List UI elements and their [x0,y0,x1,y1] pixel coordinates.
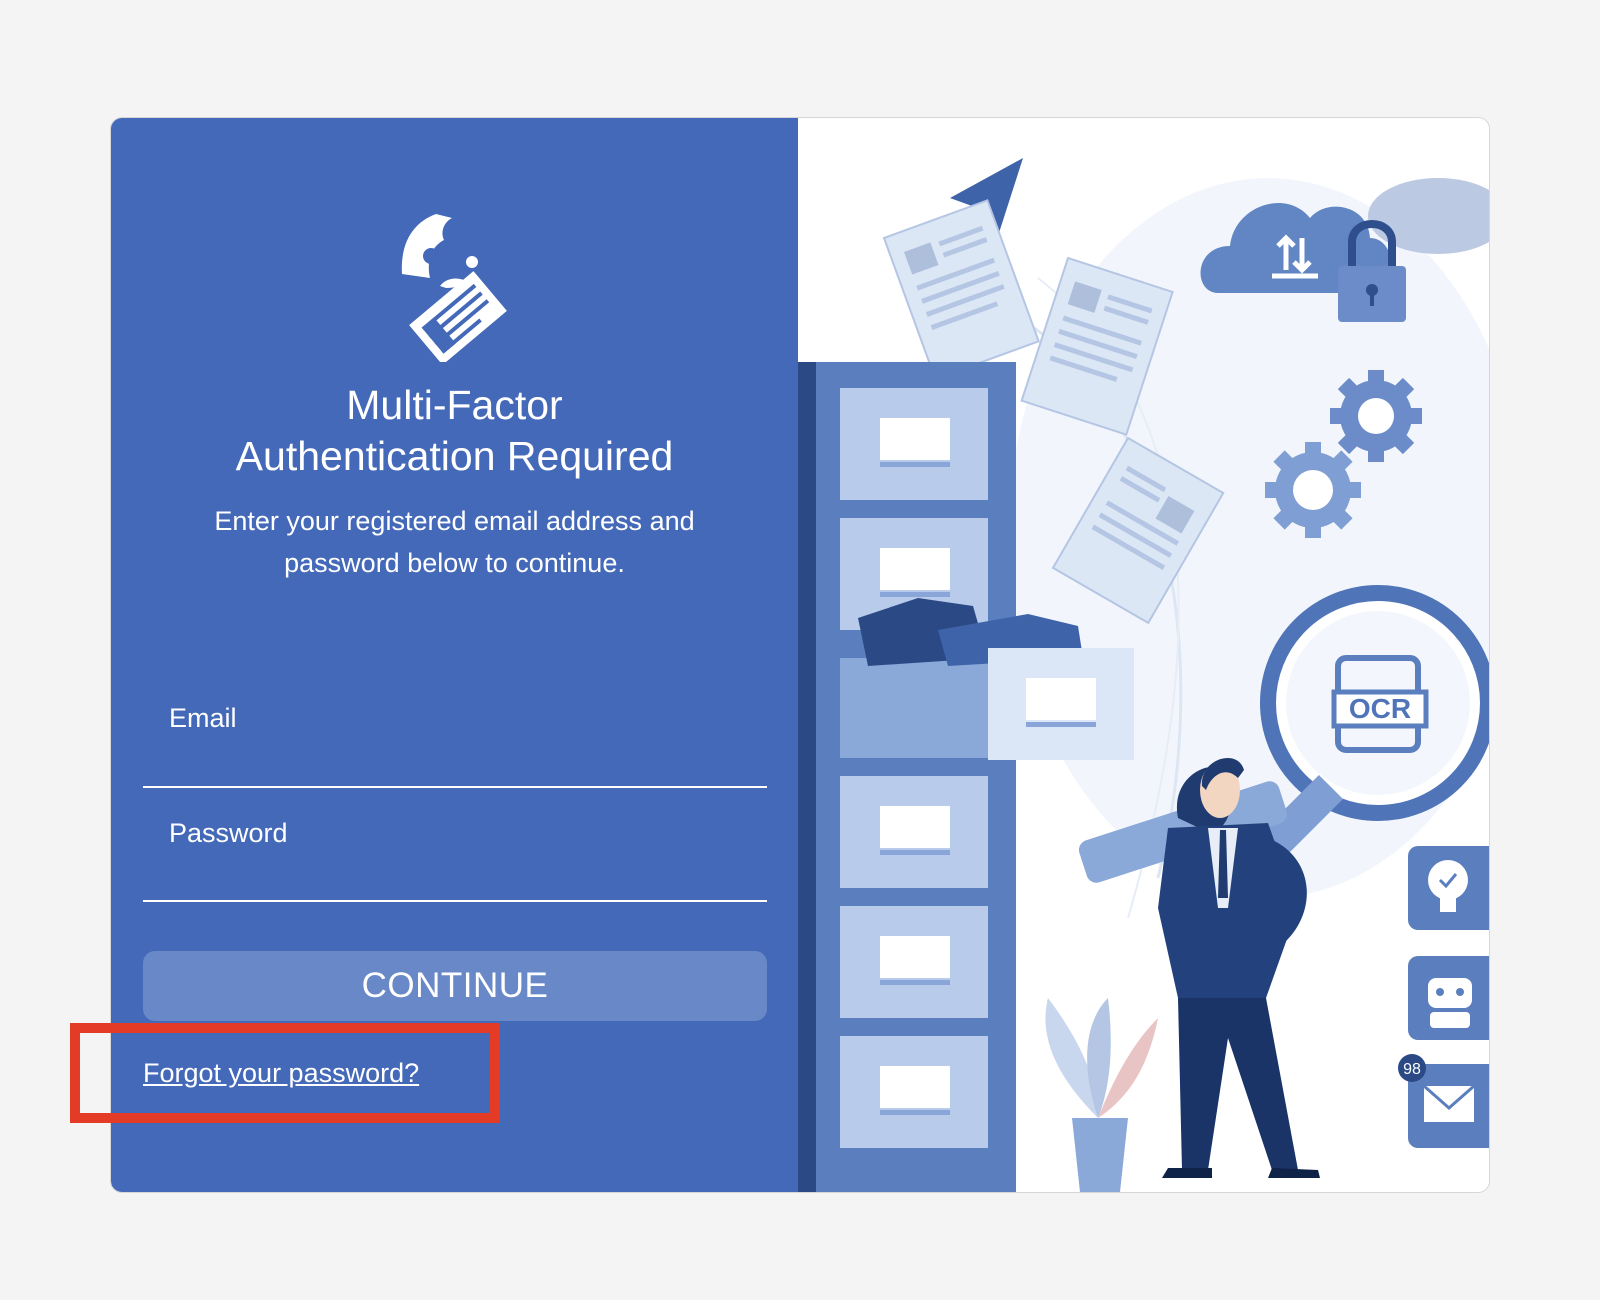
email-field[interactable] [143,743,767,787]
password-field[interactable] [143,856,767,900]
mail-badge-count: 98 [1403,1061,1421,1078]
page-title: Multi-Factor Authentication Required [111,380,798,482]
lightbulb-icon [1408,846,1489,930]
password-label: Password [169,818,288,848]
instructions-text: Enter your registered email address and … [214,506,695,578]
title-line-2: Authentication Required [235,433,674,479]
email-label: Email [169,703,237,733]
illustration-panel: OCR 98 [798,118,1489,1192]
highlight-annotation-box [70,1023,500,1123]
gear-icon [1330,370,1422,462]
gear-icon [1265,442,1361,538]
email-underline [143,786,767,788]
floating-document [882,199,1040,381]
potted-plant-icon [1045,998,1158,1192]
mail-icon: 98 [1398,1054,1489,1148]
robot-icon [1408,956,1489,1040]
password-underline [143,900,767,902]
ocr-label: OCR [1349,693,1411,724]
title-line-1: Multi-Factor [346,382,563,428]
brand-logo-icon [401,214,507,362]
continue-button[interactable]: CONTINUE [143,951,767,1021]
document-management-illustration: OCR 98 [798,158,1489,1192]
